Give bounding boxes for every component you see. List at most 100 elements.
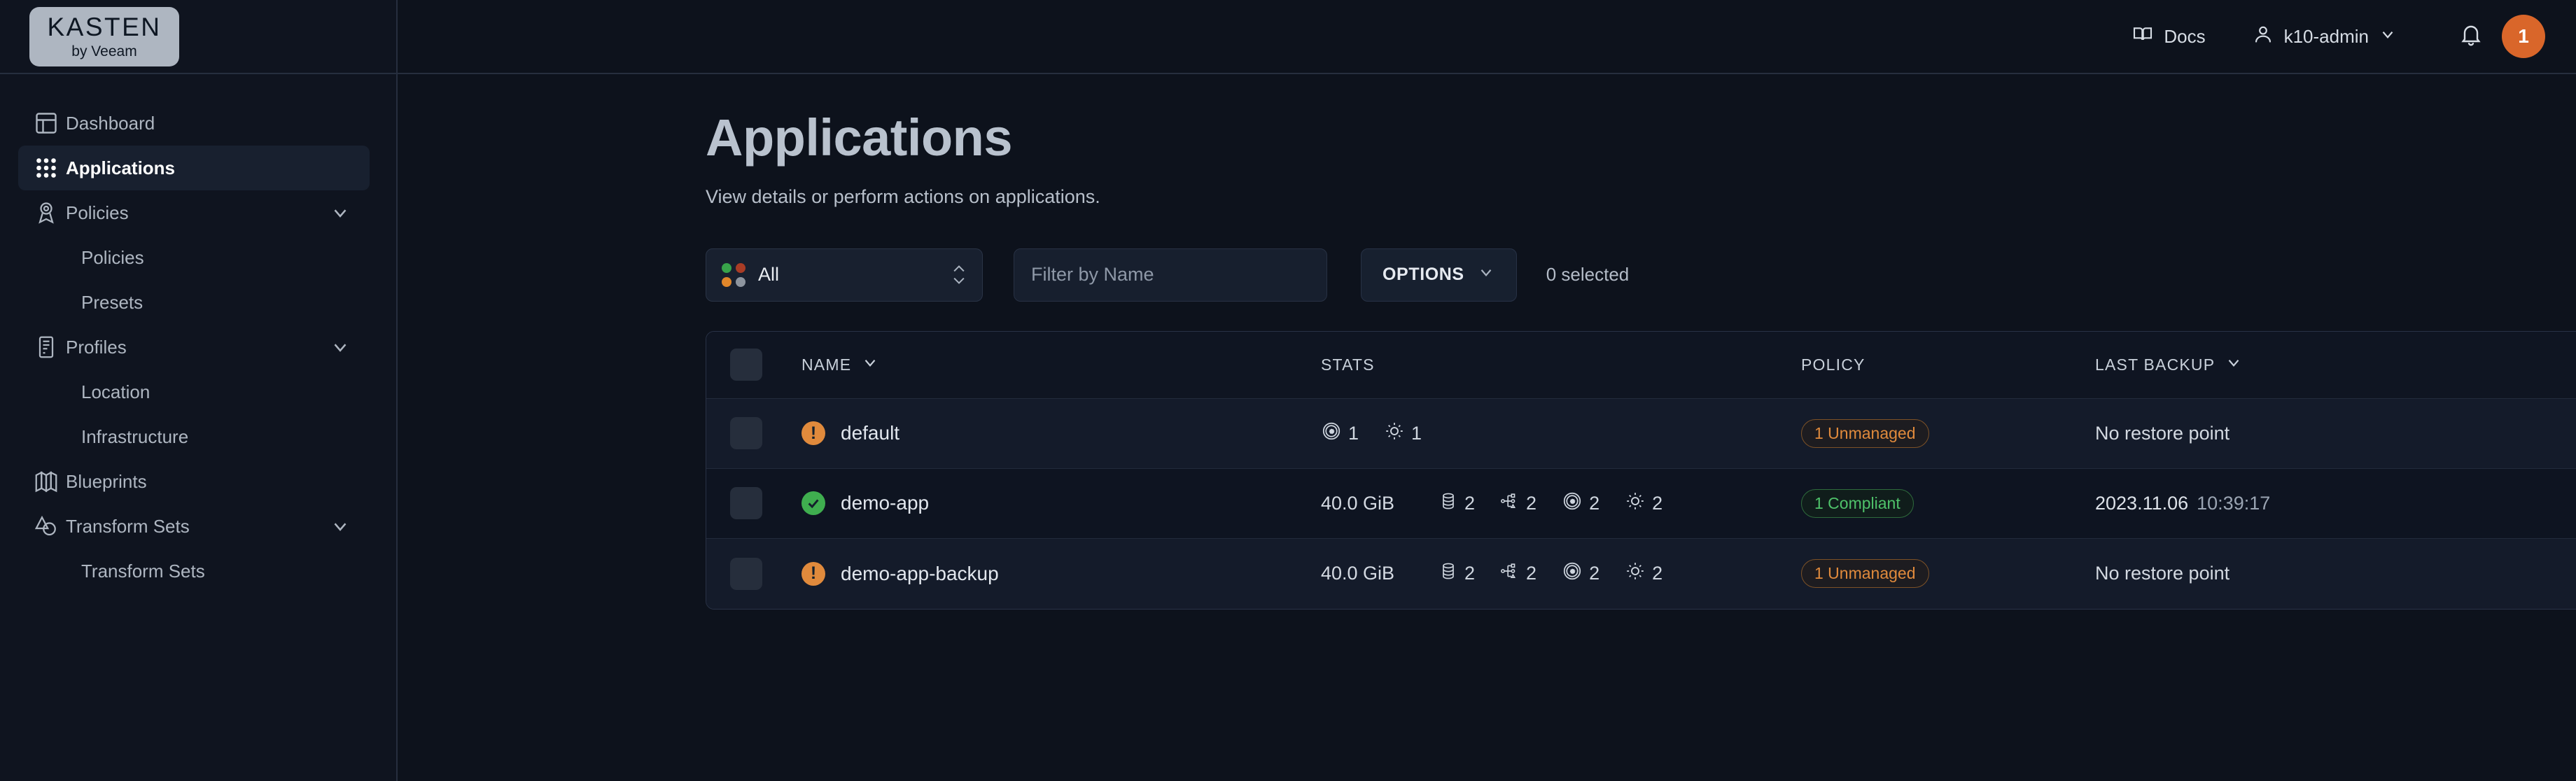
dashboard-icon [34,111,66,136]
notification-count-badge[interactable]: 1 [2502,15,2545,58]
column-header-name[interactable]: NAME [802,353,1321,376]
row-select-cell [706,417,802,450]
stat-volume: 2 [1438,561,1475,586]
table-toolbar: All OPTIONS 0 selected [706,248,2576,302]
row-checkbox[interactable] [730,557,762,590]
options-button[interactable]: OPTIONS [1361,248,1517,302]
stat-value: 2 [1652,563,1663,584]
stat-config: 1 [1384,421,1422,446]
column-label: STATS [1321,355,1375,374]
row-stats-cell: 1 1 [1321,421,1801,446]
application-name[interactable]: demo-app-backup [841,563,999,585]
status-badge: 1 Compliant [1801,488,1914,518]
sidebar-item-location[interactable]: Location [18,370,370,414]
sidebar-item-label: Blueprints [66,470,147,492]
grid-dots-icon [34,155,66,181]
pod-icon [1562,561,1583,586]
options-label: OPTIONS [1382,265,1464,285]
column-label: LAST BACKUP [2095,355,2216,374]
chevron-down-icon [2379,25,2397,48]
page-title: Applications [706,108,1013,167]
row-name-cell: ! default [802,421,1321,446]
stat-value: 2 [1526,492,1537,514]
sidebar-item-dashboard[interactable]: Dashboard [18,101,370,146]
sidebar-item-presets[interactable]: Presets [18,280,370,325]
column-header-last-backup[interactable]: LAST BACKUP [2095,353,2576,376]
bell-icon [2458,22,2484,51]
sidebar-item-label: Transform Sets [66,515,190,537]
application-name[interactable]: default [841,422,899,444]
row-name-cell: ! demo-app-backup [802,561,1321,586]
sidebar-item-transform-sets-sub[interactable]: Transform Sets [18,549,370,593]
chevron-down-icon[interactable] [326,337,354,358]
status-filter-value: All [758,264,780,286]
row-policy-cell: 1 Compliant [1801,488,2095,518]
status-warning-icon: ! [802,421,825,446]
sidebar-item-policies[interactable]: Policies [18,190,370,235]
config-gear-icon [1384,421,1405,446]
book-icon [2132,23,2154,50]
sidebar-item-label: Location [81,381,150,402]
table-row[interactable]: ! demo-app-backup 40.0 GiB 2 2 2 2 1 Unm… [706,538,2576,609]
user-menu[interactable]: k10-admin [2252,23,2397,50]
sidebar-item-policies-sub[interactable]: Policies [18,235,370,280]
row-select-cell [706,487,802,520]
sidebar-item-label: Infrastructure [81,425,189,447]
stat-value: 2 [1464,563,1476,584]
sidebar-nav: Dashboard Applications Policies Policies… [0,74,396,593]
name-filter-input[interactable] [1014,248,1327,302]
sidebar-item-label: Policies [66,202,129,223]
sidebar-item-label: Policies [81,246,144,268]
sidebar-item-profiles[interactable]: Profiles [18,325,370,370]
storage-size: 40.0 GiB [1321,492,1395,514]
stat-value: 1 [1411,422,1422,444]
status-filter-select[interactable]: All [706,248,983,302]
row-last-backup-cell: No restore point [2095,563,2576,584]
sidebar-item-label: Profiles [66,336,127,358]
chevron-down-icon[interactable] [326,516,354,537]
stat-value: 2 [1652,492,1663,514]
stepper-arrows-icon[interactable] [951,265,967,285]
row-last-backup-cell: 2023.11.06 10:39:17 [2095,493,2576,514]
docs-label: Docs [2164,25,2206,47]
row-policy-cell: 1 Unmanaged [1801,559,2095,589]
logo-primary-text: KASTEN [47,13,162,41]
sidebar-item-label: Transform Sets [81,560,205,582]
application-name[interactable]: demo-app [841,492,929,514]
select-all-checkbox[interactable] [730,349,762,381]
table-row[interactable]: ! default 1 1 1 Unmanaged No restore poi… [706,398,2576,469]
row-stats-cell: 40.0 GiB 2 2 2 2 [1321,561,1801,586]
sort-chevron-icon [861,353,879,376]
applications-table: NAME STATS POLICY LAST BACKUP ! default … [706,330,2576,610]
storage-size: 40.0 GiB [1321,563,1395,584]
stat-topology: 2 [1500,491,1536,516]
stat-pod: 2 [1562,561,1600,586]
row-checkbox[interactable] [730,487,762,520]
sidebar-item-label: Dashboard [66,112,155,134]
sidebar-item-transform-sets[interactable]: Transform Sets [18,504,370,549]
volume-icon [1438,561,1458,586]
page-subtitle: View details or perform actions on appli… [706,185,1100,207]
topology-icon [1500,491,1520,516]
column-label: POLICY [1801,355,1865,374]
kasten-logo[interactable]: KASTEN by Veeam [29,6,179,66]
docs-link[interactable]: Docs [2132,23,2206,50]
notifications-button[interactable] [2458,22,2484,51]
sidebar-item-infrastructure[interactable]: Infrastructure [18,414,370,459]
last-backup-date: 2023.11.06 [2095,492,2189,514]
pod-icon [1562,491,1583,516]
logo-secondary-text: by Veeam [71,43,137,59]
sidebar-item-applications[interactable]: Applications [18,146,370,190]
row-checkbox[interactable] [730,417,762,450]
chevron-down-icon[interactable] [326,202,354,223]
map-icon [34,469,66,494]
sidebar-item-label: Presets [81,291,144,313]
sidebar-item-label: Applications [66,157,176,178]
table-row[interactable]: demo-app 40.0 GiB 2 2 2 2 1 Compliant 20… [706,469,2576,539]
sidebar-item-blueprints[interactable]: Blueprints [18,459,370,504]
column-header-stats: STATS [1321,356,1801,374]
stat-pod: 1 [1321,421,1359,446]
ribbon-icon [34,200,66,225]
select-all-cell [706,349,802,381]
stat-pod: 2 [1562,491,1600,516]
